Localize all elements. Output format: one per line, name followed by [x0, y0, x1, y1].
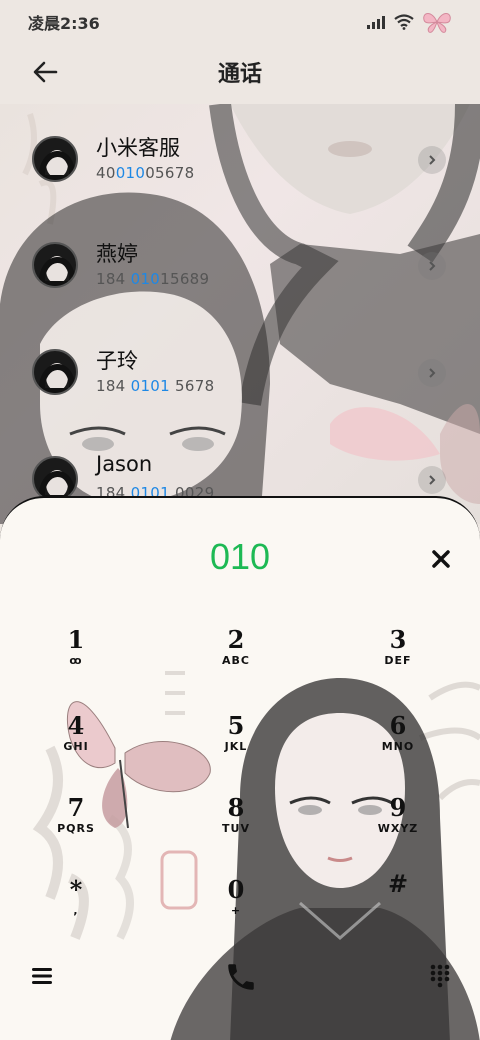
key-star[interactable]: * ,: [36, 876, 116, 936]
status-icons: [366, 10, 452, 34]
wifi-icon: [394, 14, 414, 30]
phone-icon: [228, 964, 254, 990]
contact-detail-button[interactable]: [418, 466, 446, 494]
status-bar: 凌晨2:36: [0, 0, 480, 44]
key-3[interactable]: 3 DEF: [358, 626, 438, 686]
contact-detail-button[interactable]: [418, 146, 446, 174]
chevron-right-icon: [429, 155, 436, 165]
header: 通话: [0, 44, 480, 100]
key-hash[interactable]: #: [358, 870, 438, 930]
key-7[interactable]: 7 PQRS: [36, 794, 116, 854]
contact-number: 184 01015689: [96, 270, 210, 288]
contact-detail-button[interactable]: [418, 252, 446, 280]
contact-name: 小米客服: [96, 136, 180, 160]
dialer-panel: 010 1 ꝏ 2 ABC 3 DEF 4 GHI 5 JKL 6 MNO 7 …: [0, 496, 480, 1040]
contact-name: Jason: [96, 452, 153, 476]
dialpad-toggle-button[interactable]: [424, 960, 456, 992]
contact-detail-button[interactable]: [418, 359, 446, 387]
voicemail-icon: ꝏ: [69, 654, 83, 667]
contact-name: 子玲: [96, 349, 138, 373]
avatar: [32, 349, 78, 395]
clear-button[interactable]: [428, 546, 454, 572]
contact-name: 燕婷: [96, 242, 138, 266]
menu-icon: [32, 968, 52, 984]
key-2[interactable]: 2 ABC: [196, 626, 276, 686]
contact-number: 4001005678: [96, 164, 195, 182]
dial-input-display[interactable]: 010: [0, 536, 480, 578]
dialpad-icon: [430, 964, 450, 988]
back-arrow-icon[interactable]: [30, 56, 62, 88]
call-button[interactable]: [222, 958, 260, 996]
chevron-right-icon: [429, 261, 436, 271]
key-1[interactable]: 1 ꝏ: [36, 626, 116, 686]
key-6[interactable]: 6 MNO: [358, 712, 438, 772]
status-time: 凌晨2:36: [28, 14, 100, 33]
chevron-right-icon: [429, 475, 436, 485]
avatar: [32, 136, 78, 182]
key-8[interactable]: 8 TUV: [196, 794, 276, 854]
avatar: [32, 242, 78, 288]
key-4[interactable]: 4 GHI: [36, 712, 116, 772]
key-0[interactable]: 0 +: [196, 876, 276, 936]
signal-icon: [367, 16, 385, 29]
contact-number: 184 0101 5678: [96, 377, 215, 395]
page-title: 通话: [217, 62, 262, 87]
key-9[interactable]: 9 WXYZ: [358, 794, 438, 854]
contact-item[interactable]: 子玲 184 0101 5678: [0, 349, 480, 455]
contact-item[interactable]: 小米客服 4001005678: [0, 136, 480, 242]
menu-button[interactable]: [26, 960, 58, 992]
close-icon: [432, 550, 450, 568]
contact-item[interactable]: 燕婷 184 01015689: [0, 242, 480, 348]
contact-list: 小米客服 4001005678 燕婷 184 01015689 子玲 184 0…: [0, 104, 480, 524]
butterfly-battery-icon: [423, 13, 451, 33]
chevron-right-icon: [429, 368, 436, 378]
key-5[interactable]: 5 JKL: [196, 712, 276, 772]
